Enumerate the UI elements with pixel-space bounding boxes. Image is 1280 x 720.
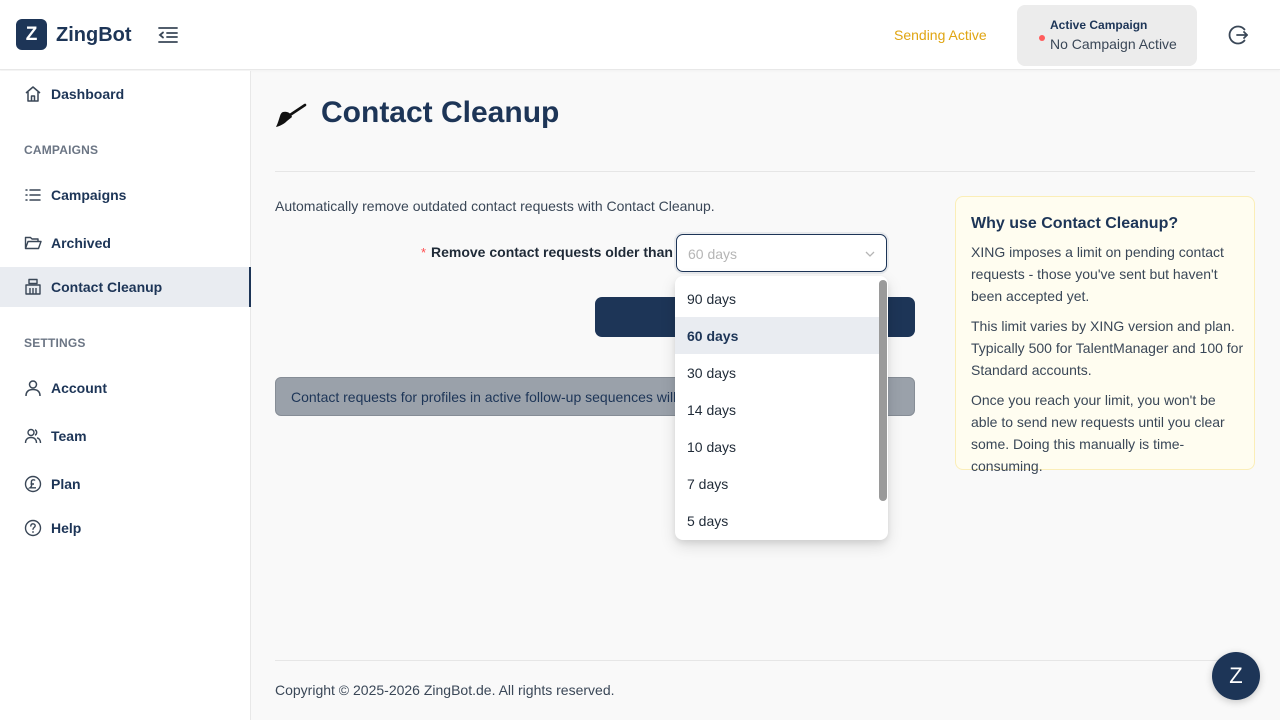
sidebar-item-label: Team bbox=[51, 428, 87, 444]
sidebar-item-team[interactable]: Team bbox=[0, 416, 251, 456]
dropdown-option-60-days[interactable]: 60 days bbox=[675, 317, 880, 354]
pound-coin-icon bbox=[24, 475, 42, 493]
sidebar-item-label: Campaigns bbox=[51, 187, 127, 203]
bank-icon bbox=[25, 278, 41, 295]
chevron-down-icon bbox=[865, 251, 875, 257]
sidebar-item-label: Account bbox=[51, 380, 107, 396]
help-icon bbox=[24, 519, 42, 537]
title-divider bbox=[275, 171, 1255, 172]
campaign-status-dot bbox=[1039, 35, 1045, 41]
sidebar-item-dashboard[interactable]: Dashboard bbox=[0, 74, 251, 114]
sidebar-item-help[interactable]: Help bbox=[0, 508, 251, 548]
dropdown-option-90-days[interactable]: 90 days bbox=[675, 280, 880, 317]
section-label-settings: SETTINGS bbox=[24, 336, 86, 350]
dropdown-option-7-days[interactable]: 7 days bbox=[675, 465, 880, 502]
age-threshold-select[interactable]: 60 days bbox=[676, 234, 887, 272]
active-campaign-value: No Campaign Active bbox=[1050, 36, 1177, 52]
active-campaign-panel[interactable]: Active Campaign No Campaign Active bbox=[1017, 5, 1197, 66]
logout-icon[interactable] bbox=[1226, 23, 1250, 47]
sidebar-item-label: Help bbox=[51, 520, 82, 536]
dropdown-option-14-days[interactable]: 14 days bbox=[675, 391, 880, 428]
home-icon bbox=[25, 86, 41, 102]
active-campaign-title: Active Campaign bbox=[1050, 18, 1148, 32]
dropdown-option-10-days[interactable]: 10 days bbox=[675, 428, 880, 465]
select-value: 60 days bbox=[688, 246, 738, 262]
required-mark: * bbox=[421, 245, 427, 260]
sidebar-item-label: Plan bbox=[51, 476, 81, 492]
footer-copyright: Copyright © 2025-2026 ZingBot.de. All ri… bbox=[275, 682, 615, 698]
age-threshold-label: Remove contact requests older than : bbox=[431, 244, 682, 260]
sidebar-item-account[interactable]: Account bbox=[0, 368, 251, 408]
sidebar-item-plan[interactable]: Plan bbox=[0, 464, 251, 504]
sidebar-item-archived[interactable]: Archived bbox=[0, 223, 251, 263]
why-use-panel: Why use Contact Cleanup? XING imposes a … bbox=[955, 196, 1255, 474]
list-icon bbox=[25, 189, 41, 201]
sidebar: Dashboard CAMPAIGNS Campaigns Archived C… bbox=[0, 71, 251, 720]
footer-divider bbox=[275, 660, 1255, 661]
logo[interactable]: Z bbox=[16, 19, 47, 50]
menu-collapse-icon[interactable] bbox=[157, 25, 179, 45]
why-title: Why use Contact Cleanup? bbox=[971, 215, 1179, 232]
sidebar-item-label: Archived bbox=[51, 235, 111, 251]
why-paragraph-2: This limit varies by XING version and pl… bbox=[971, 318, 1244, 378]
page-title: Contact Cleanup bbox=[321, 96, 560, 129]
user-icon bbox=[25, 380, 41, 397]
sidebar-item-label: Dashboard bbox=[51, 86, 125, 102]
dropdown-scrollbar[interactable] bbox=[879, 280, 887, 501]
page-description: Automatically remove outdated contact re… bbox=[275, 198, 715, 214]
why-paragraph-1: XING imposes a limit on pending contact … bbox=[971, 244, 1224, 304]
age-threshold-dropdown: 90 days 60 days 30 days 14 days 10 days … bbox=[675, 276, 888, 540]
team-icon bbox=[24, 428, 42, 444]
why-paragraph-3: Once you reach your limit, you won't be … bbox=[971, 392, 1225, 474]
sending-status: Sending Active bbox=[894, 27, 987, 43]
sidebar-item-label: Contact Cleanup bbox=[51, 279, 163, 295]
broom-icon bbox=[276, 103, 307, 127]
top-header: Z ZingBot Sending Active Active Campaign… bbox=[0, 0, 1280, 70]
dropdown-option-30-days[interactable]: 30 days bbox=[675, 354, 880, 391]
folder-open-icon bbox=[24, 236, 42, 250]
sidebar-item-campaigns[interactable]: Campaigns bbox=[0, 175, 251, 215]
section-label-campaigns: CAMPAIGNS bbox=[24, 143, 99, 157]
dropdown-option-5-days[interactable]: 5 days bbox=[675, 502, 880, 539]
chat-launcher-button[interactable]: Z bbox=[1212, 652, 1260, 700]
sidebar-item-contact-cleanup[interactable]: Contact Cleanup bbox=[0, 267, 251, 307]
brand-name[interactable]: ZingBot bbox=[56, 24, 132, 47]
